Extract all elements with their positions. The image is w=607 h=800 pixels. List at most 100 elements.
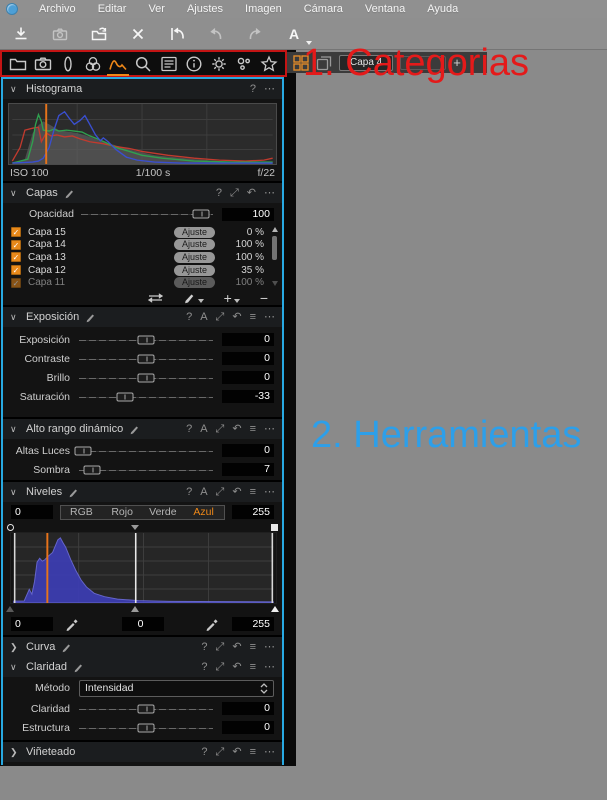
category-library-folder-icon[interactable] xyxy=(7,53,29,75)
category-info-icon[interactable] xyxy=(183,53,205,75)
channel-rojo[interactable]: Rojo xyxy=(102,506,143,519)
auto-adjust-icon[interactable]: A xyxy=(200,486,207,498)
more-options-icon[interactable]: ⋯ xyxy=(264,423,275,435)
presets-icon[interactable]: ≡ xyxy=(250,641,256,653)
slider-value[interactable]: -33 xyxy=(222,390,274,403)
more-options-icon[interactable]: ⋯ xyxy=(264,661,275,673)
capas-header[interactable]: ∨ Capas ? ⤢ ↶ ⋯ xyxy=(3,183,282,203)
menu-camara[interactable]: Cámara xyxy=(293,0,354,18)
collapse-chevron-icon[interactable]: ∨ xyxy=(10,487,20,498)
help-icon[interactable]: ? xyxy=(216,187,222,199)
more-options-icon[interactable]: ⋯ xyxy=(264,486,275,498)
scroll-down-icon[interactable] xyxy=(272,281,278,286)
help-icon[interactable]: ? xyxy=(201,661,207,673)
channel-rgb[interactable]: RGB xyxy=(61,506,102,519)
add-layer-button[interactable]: + xyxy=(224,291,240,305)
more-options-icon[interactable]: ⋯ xyxy=(264,83,275,95)
clarity-slider[interactable] xyxy=(79,703,213,715)
slider-handle[interactable] xyxy=(137,354,155,363)
category-metadata-list-icon[interactable] xyxy=(158,53,180,75)
slider-value[interactable]: 0 xyxy=(222,371,274,384)
menu-ayuda[interactable]: Ayuda xyxy=(416,0,469,18)
slider-value[interactable]: 0 xyxy=(222,352,274,365)
brush-icon[interactable] xyxy=(61,641,73,653)
brush-icon[interactable] xyxy=(85,311,97,323)
auto-adjust-icon[interactable]: A xyxy=(200,311,207,323)
output-white-handle[interactable] xyxy=(271,606,279,612)
annotate-icon[interactable]: A xyxy=(283,24,312,45)
layer-row[interactable]: ✓ Capa 13 Ajuste 100 % xyxy=(11,251,282,264)
exposicion-header[interactable]: ∨ Exposición ? A ⤢ ↶ ≡ ⋯ xyxy=(3,307,282,327)
more-options-icon[interactable]: ⋯ xyxy=(264,311,275,323)
help-icon[interactable]: ? xyxy=(201,746,207,758)
expand-icon[interactable]: ⤢ xyxy=(216,486,225,498)
mid-value[interactable]: 0 xyxy=(121,617,164,631)
redo-icon[interactable] xyxy=(244,24,266,44)
slider-handle[interactable] xyxy=(83,465,101,474)
undo-icon[interactable] xyxy=(205,24,227,44)
slider-handle[interactable] xyxy=(137,373,155,382)
input-highlight-box[interactable]: 255 xyxy=(232,505,274,519)
menu-editar[interactable]: Editar xyxy=(87,0,138,18)
output-highlight-value[interactable]: 255 xyxy=(232,617,274,631)
slider-handle[interactable] xyxy=(192,209,210,219)
collapse-chevron-icon[interactable]: ∨ xyxy=(10,84,20,95)
more-options-icon[interactable]: ⋯ xyxy=(264,187,275,199)
collapse-chevron-icon[interactable]: ∨ xyxy=(10,424,20,435)
reset-icon[interactable]: ↶ xyxy=(232,746,241,758)
draw-mask-brush-icon[interactable] xyxy=(183,291,204,304)
category-adjustments-gear-icon[interactable] xyxy=(208,53,230,75)
menu-ver[interactable]: Ver xyxy=(137,0,176,18)
category-capture-camera-icon[interactable] xyxy=(32,53,54,75)
category-ratings-star-icon[interactable] xyxy=(258,53,280,75)
presets-icon[interactable]: ≡ xyxy=(250,423,256,435)
presets-icon[interactable]: ≡ xyxy=(250,486,256,498)
menu-archivo[interactable]: Archivo xyxy=(28,0,87,18)
export-icon[interactable] xyxy=(88,24,110,44)
channel-azul[interactable]: Azul xyxy=(183,506,224,519)
reset-icon[interactable]: ↶ xyxy=(232,423,241,435)
dropdown-caret-icon[interactable] xyxy=(197,299,204,303)
slider-value[interactable]: 0 xyxy=(222,721,274,734)
menu-ventana[interactable]: Ventana xyxy=(354,0,416,18)
expand-icon[interactable]: ⤢ xyxy=(216,641,225,653)
slider-handle[interactable] xyxy=(137,704,155,713)
layer-row[interactable]: ✓ Capa 15 Ajuste 0 % xyxy=(11,226,282,239)
expand-icon[interactable]: ⤢ xyxy=(230,187,239,199)
brush-icon[interactable] xyxy=(64,187,76,199)
contrast-slider[interactable] xyxy=(79,353,213,365)
channel-verde[interactable]: Verde xyxy=(143,506,184,519)
output-mid-handle[interactable] xyxy=(130,606,139,612)
import-icon[interactable] xyxy=(10,24,32,44)
brush-icon[interactable] xyxy=(129,423,141,435)
collapse-chevron-icon[interactable]: ∨ xyxy=(10,662,20,673)
slider-handle[interactable] xyxy=(116,392,134,401)
highlights-slider[interactable] xyxy=(74,445,213,457)
category-output-icon[interactable] xyxy=(233,53,255,75)
brush-icon[interactable] xyxy=(68,486,80,498)
scroll-up-icon[interactable] xyxy=(272,227,278,232)
layer-row[interactable]: ✓ Capa 11 Ajuste 100 % xyxy=(11,276,282,288)
remove-layer-button[interactable]: − xyxy=(260,291,268,305)
layer-checkbox[interactable]: ✓ xyxy=(11,277,21,288)
slider-value[interactable]: 0 xyxy=(222,444,274,457)
layer-list-scrollbar[interactable] xyxy=(271,227,279,286)
slider-value[interactable]: 0 xyxy=(222,333,274,346)
collapse-chevron-icon[interactable]: ❯ xyxy=(10,747,20,758)
dropdown-caret-icon[interactable] xyxy=(233,298,240,303)
brush-icon[interactable] xyxy=(73,661,85,673)
opacity-slider[interactable] xyxy=(81,208,213,220)
expand-icon[interactable]: ⤢ xyxy=(216,311,225,323)
brightness-slider[interactable] xyxy=(79,372,213,384)
niveles-header[interactable]: ∨ Niveles ? A ⤢ ↶ ≡ ⋯ xyxy=(3,482,282,502)
reset-icon[interactable]: ↶ xyxy=(232,641,241,653)
scrollbar-thumb[interactable] xyxy=(272,236,277,260)
black-point-handle[interactable] xyxy=(7,524,14,531)
layer-checkbox[interactable]: ✓ xyxy=(11,265,21,276)
layer-row[interactable]: ✓ Capa 12 Ajuste 35 % xyxy=(11,264,282,277)
saturation-slider[interactable] xyxy=(79,391,213,403)
mid-point-handle[interactable] xyxy=(130,525,139,530)
slider-value[interactable]: 0 xyxy=(222,702,274,715)
expand-icon[interactable]: ⤢ xyxy=(216,423,225,435)
menu-imagen[interactable]: Imagen xyxy=(234,0,293,18)
